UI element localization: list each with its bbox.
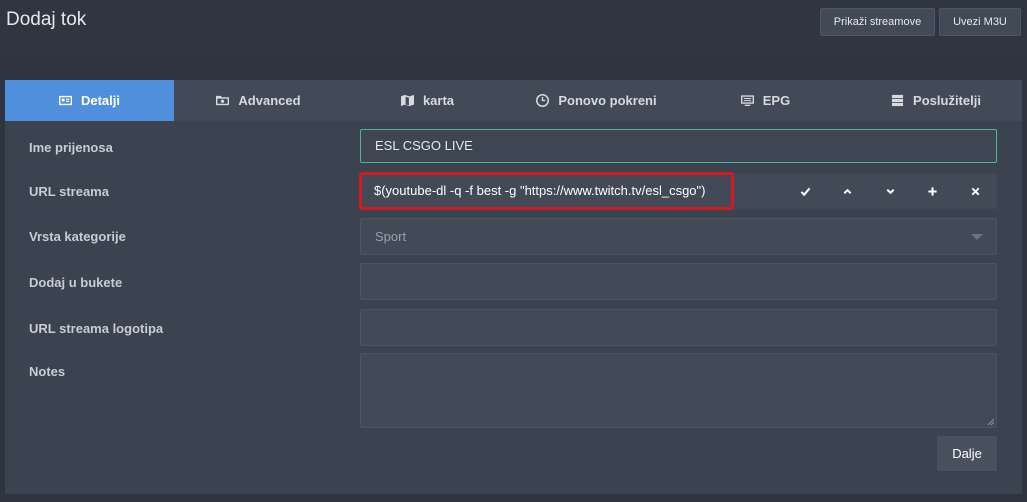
- chevron-up-icon: [843, 188, 851, 194]
- bouquets-input[interactable]: [360, 263, 997, 300]
- tab-label: Ponovo pokreni: [558, 93, 657, 108]
- plus-icon: [927, 186, 937, 196]
- resize-grip-icon[interactable]: [986, 417, 995, 426]
- tv-guide-icon: [740, 94, 754, 107]
- tab-label: EPG: [762, 93, 791, 108]
- notes-label: Notes: [29, 364, 66, 379]
- tab-label: Poslužitelji: [913, 93, 981, 108]
- confirm-url-button[interactable]: [784, 173, 826, 209]
- clock-icon: [536, 94, 550, 107]
- category-value: Sport: [375, 229, 407, 244]
- stream-url-input[interactable]: $(youtube-dl -q -f best -g "https://www.…: [360, 173, 784, 209]
- remove-url-button[interactable]: [954, 173, 996, 209]
- tab-label: Advanced: [238, 93, 301, 108]
- tab-map[interactable]: karta: [343, 80, 512, 121]
- import-m3u-button[interactable]: Uvezi M3U: [939, 8, 1021, 36]
- stream-name-input[interactable]: ESL CSGO LIVE: [360, 129, 997, 163]
- logo-url-label: URL streama logotipa: [29, 321, 164, 336]
- category-label: Vrsta kategorije: [29, 229, 126, 244]
- tab-label: Detalji: [80, 93, 120, 108]
- tab-servers[interactable]: Poslužitelji: [850, 80, 1022, 121]
- stream-name-label: Ime prijenosa: [29, 140, 113, 155]
- header-bar: Dodaj tok Prikaži streamove Uvezi M3U: [0, 0, 1027, 56]
- stream-url-group: $(youtube-dl -q -f best -g "https://www.…: [359, 172, 997, 210]
- caret-down-icon: [971, 234, 983, 240]
- map-icon: [400, 94, 414, 107]
- next-button[interactable]: Dalje: [937, 436, 997, 471]
- server-icon: [891, 94, 904, 107]
- show-streams-button[interactable]: Prikaži streamove: [820, 8, 935, 36]
- chevron-down-icon: [886, 188, 894, 194]
- tab-epg[interactable]: EPG: [681, 80, 850, 121]
- check-icon: [800, 187, 810, 196]
- category-select[interactable]: Sport: [360, 218, 997, 255]
- tab-bar: Detalji Advanced karta Ponovo pokreni EP…: [5, 80, 1022, 121]
- tab-advanced[interactable]: Advanced: [174, 80, 343, 121]
- tab-restart[interactable]: Ponovo pokreni: [512, 80, 681, 121]
- id-card-icon: [58, 94, 72, 107]
- add-stream-panel: Detalji Advanced karta Ponovo pokreni EP…: [5, 80, 1022, 494]
- close-icon: [971, 187, 979, 195]
- stream-url-label: URL streama: [29, 184, 109, 199]
- folder-cog-icon: [216, 94, 230, 107]
- notes-textarea[interactable]: [360, 353, 997, 428]
- move-url-up-button[interactable]: [826, 173, 868, 209]
- add-url-button[interactable]: [911, 173, 953, 209]
- logo-url-input[interactable]: [360, 309, 997, 346]
- tab-details[interactable]: Detalji: [5, 80, 174, 121]
- bouquets-label: Dodaj u bukete: [29, 275, 123, 290]
- move-url-down-button[interactable]: [869, 173, 911, 209]
- page-title: Dodaj tok: [6, 9, 87, 30]
- tab-label: karta: [422, 93, 455, 108]
